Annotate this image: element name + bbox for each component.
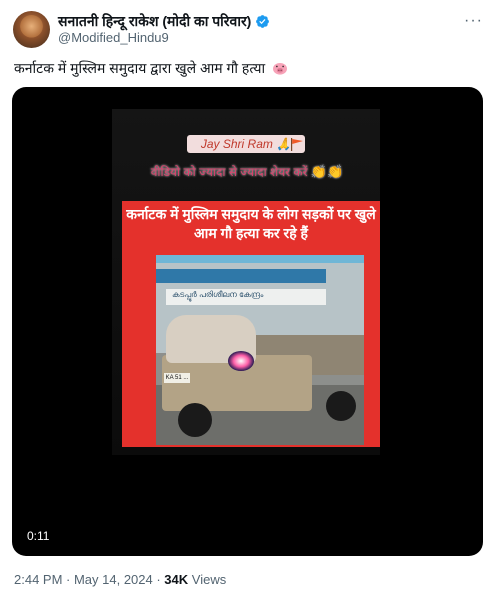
display-name[interactable]: सनातनी हिन्दू राकेश (मोदी का परिवार) — [58, 12, 251, 31]
jeep-photo: കടപ്പൂർ പരിശീലന കേന്ദ്രം KA 51 ... — [156, 255, 364, 445]
video-duration: 0:11 — [22, 527, 55, 545]
flag-icon — [291, 138, 303, 151]
tweet-timestamp[interactable]: 2:44 PM · May 14, 2024 · — [14, 572, 164, 587]
author-handle[interactable]: @Modified_Hindu9 — [58, 30, 169, 45]
building-sign — [156, 269, 326, 283]
jeep-wheel-rear — [326, 391, 356, 421]
verified-badge-icon — [256, 14, 270, 28]
views-count: 34K — [164, 572, 189, 587]
overlay-jay-shri-ram: Jay Shri Ram 🙏 — [187, 135, 305, 153]
tweet-text-body: कर्नाटक में मुस्लिम समुदाय द्वारा खुले आ… — [14, 60, 266, 76]
overlay-share-line: वीडियो को ज्यादा से ज्यादा शेयर करें — [150, 165, 308, 179]
video-caption: कर्नाटक में मुस्लिम समुदाय के लोग सड़कों… — [126, 206, 376, 241]
tweet-meta: 2:44 PM · May 14, 2024 · 34K Views — [14, 572, 226, 587]
overlay-share-text: वीडियो को ज्यादा से ज्यादा शेयर करें 👏👏 — [122, 164, 372, 180]
video-caption-box: कर्नाटक में मुस्लिम समुदाय के लोग सड़कों… — [122, 201, 380, 447]
number-plate: KA 51 ... — [164, 373, 190, 383]
jeep-wheel-front — [178, 403, 212, 437]
profile-avatar[interactable] — [13, 11, 50, 48]
video-player[interactable]: Jay Shri Ram 🙏 वीडियो को ज्यादा से ज्याद… — [12, 87, 483, 556]
clapping-hands-icon: 👏👏 — [310, 164, 344, 179]
views-label: Views — [188, 572, 227, 587]
video-frame: Jay Shri Ram 🙏 वीडियो को ज्यादा से ज्याद… — [112, 109, 380, 455]
author-name-row: सनातनी हिन्दू राकेश (मोदी का परिवार) — [58, 12, 270, 30]
more-options-button[interactable]: ··· — [464, 12, 483, 30]
avatar-face — [19, 15, 44, 40]
pig-face-icon — [273, 62, 288, 75]
tweet-text: कर्नाटक में मुस्लिम समुदाय द्वारा खुले आ… — [14, 59, 288, 77]
garland-wreath — [228, 351, 254, 371]
signboard-text: കടപ്പൂർ പരിശീലന കേന്ദ്രം — [172, 290, 264, 299]
